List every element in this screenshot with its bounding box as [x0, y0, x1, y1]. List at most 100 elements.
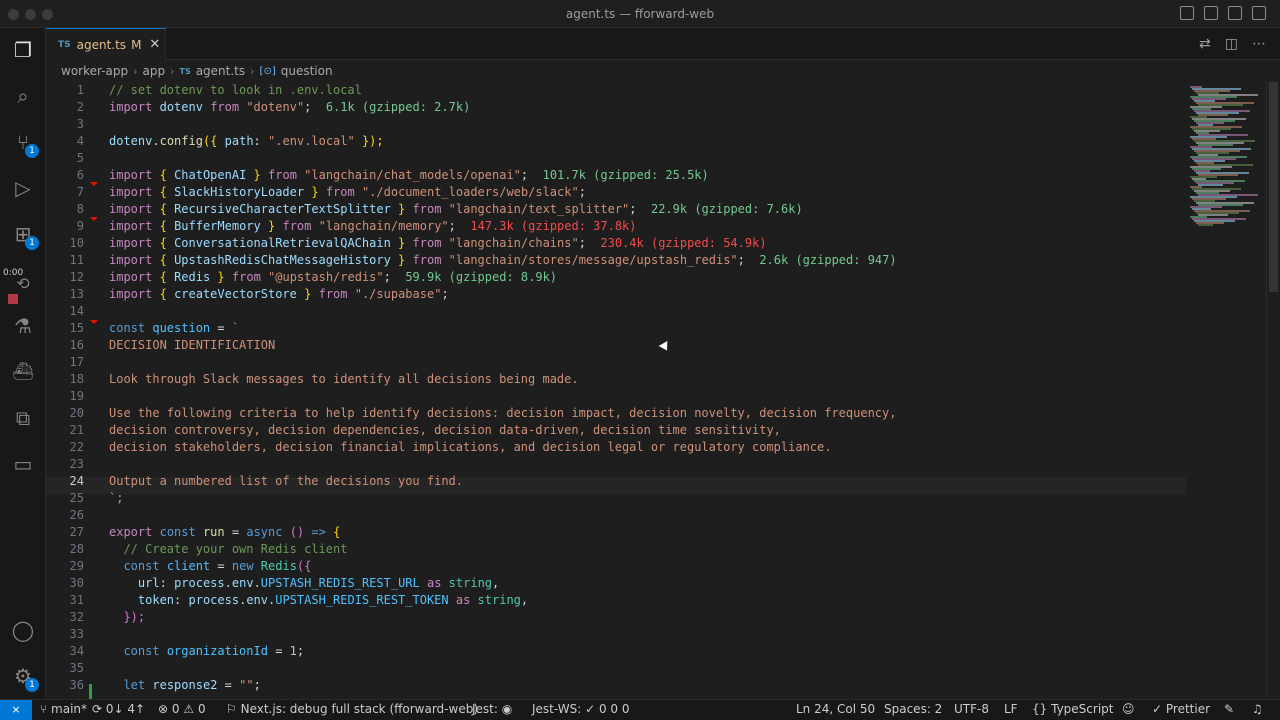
debug-status[interactable]: ⚐ Next.js: debug full stack (fforward-we…: [226, 702, 478, 716]
code-line: import { ConversationalRetrievalQAChain …: [109, 236, 767, 250]
docker-icon[interactable]: ⛴: [11, 360, 35, 384]
toggle-panel-icon[interactable]: [1204, 6, 1218, 20]
remote-indicator[interactable]: ⨯: [0, 700, 32, 720]
scrollbar-thumb[interactable]: [1269, 82, 1278, 292]
import-size: 22.9k (gzipped: 7.6k): [650, 202, 803, 216]
search-icon[interactable]: ⌕: [11, 84, 35, 108]
branch-status[interactable]: ⑂ main*: [40, 702, 87, 716]
close-tab-icon[interactable]: ✕: [149, 37, 160, 52]
layout-controls: [1180, 6, 1266, 20]
code-line: import { createVectorStore } from "./sup…: [109, 287, 449, 301]
line-number: 3: [76, 117, 84, 131]
source-control-icon[interactable]: ⑂ 1: [11, 130, 39, 158]
compare-changes-icon[interactable]: ⇄: [1199, 36, 1211, 52]
warning-icon: ⚠: [183, 702, 195, 716]
code-line: Look through Slack messages to identify …: [109, 372, 579, 386]
debug-icon: ⚐: [226, 702, 237, 716]
cursor-position[interactable]: Ln 24, Col 50: [796, 702, 875, 716]
code-line: Output a numbered list of the decisions …: [109, 474, 464, 488]
sync-status[interactable]: ⟳ 0↓ 4↑: [92, 702, 145, 716]
code-line: // Create your own Redis client: [123, 542, 348, 556]
customize-layout-icon[interactable]: [1252, 6, 1266, 20]
line-number: 35: [69, 661, 84, 675]
jest-status[interactable]: Jest: ◉: [472, 702, 512, 716]
breadcrumb-folder-app[interactable]: app: [142, 64, 165, 78]
code-line: decision stakeholders, decision financia…: [109, 440, 832, 454]
extensions-icon[interactable]: ⊞ 1: [11, 222, 39, 250]
typescript-file-icon: TS: [58, 39, 71, 50]
code-line: Use the following criteria to help ident…: [109, 406, 897, 420]
variable-symbol-icon: [⊙]: [259, 65, 276, 77]
testing-icon[interactable]: ⚗: [11, 314, 35, 338]
code-line: const organizationId = 1;: [123, 644, 305, 658]
timer-icon[interactable]: ⟲: [11, 272, 35, 296]
code-line: import dotenv from "dotenv"; 6.1k (gzipp…: [109, 100, 471, 114]
line-number: 19: [69, 389, 84, 403]
line-number: 23: [69, 457, 84, 471]
activity-bar: ❐ ⌕ ⑂ 1 ▷ ⊞ 1 0:00 ⟲ ⚗ ⛴ ⧉ ▭ ◯ ⚙ 1: [0, 28, 46, 699]
chat-icon[interactable]: ▭: [11, 452, 35, 476]
run-debug-icon[interactable]: ▷: [11, 176, 35, 200]
import-size: 101.7k (gzipped: 25.5k): [542, 168, 709, 182]
indentation[interactable]: Spaces: 2: [884, 702, 942, 716]
breadcrumb-symbol[interactable]: question: [281, 64, 333, 78]
stop-icon[interactable]: [8, 294, 18, 304]
typescript-file-icon: TS: [179, 66, 191, 76]
vertical-scrollbar[interactable]: [1266, 82, 1280, 699]
minimap[interactable]: [1186, 82, 1266, 699]
tab-agent-ts[interactable]: TS agent.ts M ✕: [46, 28, 166, 60]
modified-indicator: M: [131, 37, 142, 52]
eye-icon: ◉: [501, 702, 513, 716]
code-line: import { ChatOpenAI } from "langchain/ch…: [109, 168, 709, 182]
import-size: 230.4k (gzipped: 54.9k): [600, 236, 767, 250]
code-line: `;: [109, 491, 124, 505]
line-number: 17: [69, 355, 84, 369]
split-editor-icon[interactable]: ◫: [1225, 36, 1238, 52]
double-check-icon: ✓: [1152, 702, 1163, 716]
code-line: const client = new Redis({: [123, 559, 312, 573]
code-line: import { Redis } from "@upstash/redis"; …: [109, 270, 558, 284]
explorer-icon[interactable]: ❐: [11, 38, 35, 62]
import-size: 147.3k (gzipped: 37.8k): [470, 219, 637, 233]
scm-badge: 1: [25, 144, 39, 158]
account-icon[interactable]: ◯: [11, 618, 35, 642]
language-mode[interactable]: {} TypeScript: [1032, 702, 1113, 716]
breadcrumb-file[interactable]: agent.ts: [196, 64, 245, 78]
code-line: let response2 = "";: [123, 678, 261, 692]
copilot-icon[interactable]: ☺: [1122, 702, 1135, 716]
settings-gear-icon[interactable]: ⚙ 1: [11, 664, 39, 692]
window-title: agent.ts — fforward-web: [565, 7, 715, 21]
toggle-secondary-sidebar-icon[interactable]: [1228, 6, 1242, 20]
code-line: // set dotenv to look in .env.local: [109, 83, 362, 97]
encoding[interactable]: UTF-8: [954, 702, 989, 716]
problems-status[interactable]: ⊗ 0 ⚠ 0: [158, 702, 206, 716]
line-number: 14: [69, 304, 84, 318]
notifications-bell-icon[interactable]: ♫: [1252, 702, 1263, 716]
breadcrumb-folder-worker-app[interactable]: worker-app: [61, 64, 128, 78]
more-actions-icon[interactable]: ⋯: [1252, 36, 1266, 52]
git-branch-icon: ⑂: [40, 702, 48, 716]
end-of-line[interactable]: LF: [1004, 702, 1018, 716]
minimap-line: [1198, 224, 1213, 226]
line-number: 5: [76, 151, 84, 165]
error-icon: ⊗: [158, 702, 169, 716]
feedback-icon[interactable]: ✎: [1224, 702, 1234, 716]
sync-icon: ⟳: [92, 702, 103, 716]
breadcrumb: worker-app › app › TS agent.ts › [⊙] que…: [61, 62, 333, 80]
tab-bar: TS agent.ts M ✕ ⇄ ◫ ⋯: [46, 28, 1280, 60]
code-line: url: process.env.UPSTASH_REDIS_REST_URL …: [137, 576, 500, 590]
line-number: 26: [69, 508, 84, 522]
remote-explorer-icon[interactable]: ⧉: [11, 406, 35, 430]
code-line: decision controversy, decision dependenc…: [109, 423, 781, 437]
check-circle-icon: ✓: [585, 702, 596, 716]
code-editor[interactable]: 1 2 3 4 5 6 7 8 9 10 11 12 13 14 15 16 17 18 19 20 21 22 23 24 2…: [46, 82, 1186, 699]
import-size: 59.9k (gzipped: 8.9k): [405, 270, 558, 284]
extensions-badge: 1: [25, 236, 39, 250]
code-line: const question = `: [109, 321, 240, 335]
import-size: 2.6k (gzipped: 947): [759, 253, 897, 267]
chevron-right-icon: ›: [170, 64, 175, 78]
prettier-status[interactable]: ✓ Prettier: [1152, 702, 1210, 716]
settings-badge: 1: [25, 678, 39, 692]
jest-ws-status[interactable]: Jest-WS: ✓ 0 0 0: [532, 702, 630, 716]
toggle-primary-sidebar-icon[interactable]: [1180, 6, 1194, 20]
